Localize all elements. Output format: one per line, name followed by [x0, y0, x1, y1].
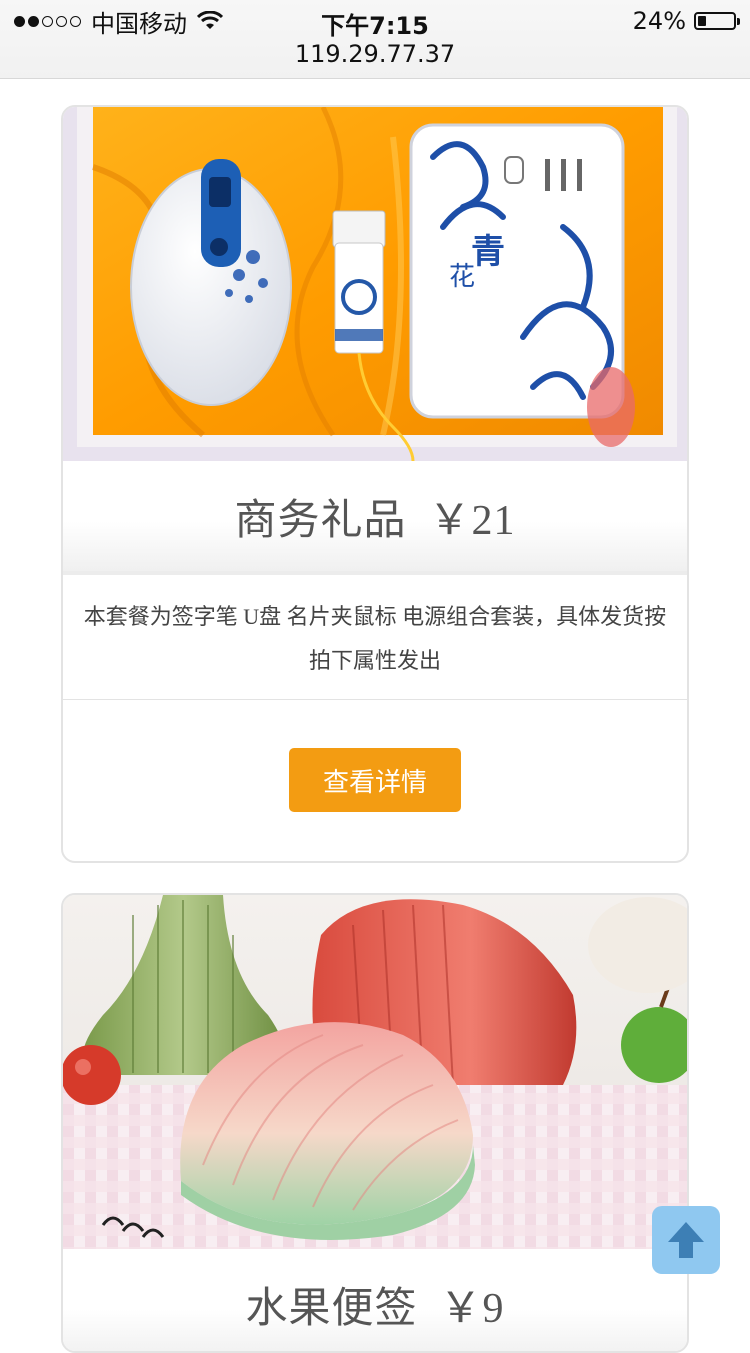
view-details-button[interactable]: 查看详情 [289, 748, 461, 812]
status-right: 24% [632, 6, 740, 36]
product-name: 水果便签 [245, 1285, 418, 1332]
product-price: ￥21 [428, 497, 516, 544]
back-to-top-button[interactable] [652, 1206, 720, 1274]
product-image[interactable]: 青 花 [63, 107, 687, 461]
product-name: 商务礼品 [234, 497, 407, 544]
fruit-notes-photo [63, 895, 687, 1249]
svg-text:青: 青 [471, 232, 505, 272]
arrow-up-icon [668, 1222, 704, 1258]
battery-percentage: 24% [632, 7, 686, 35]
product-card: 水果便签 ￥9 [61, 893, 689, 1353]
button-row: 查看详情 [63, 700, 687, 860]
status-bar: 中国移动 下午7:15 24% 119.29.77.37 [0, 0, 750, 79]
product-title: 水果便签 ￥9 [63, 1249, 687, 1351]
svg-text:花: 花 [449, 262, 475, 292]
product-price: ￥9 [439, 1285, 505, 1332]
address-bar[interactable]: 119.29.77.37 [0, 40, 750, 68]
battery-level [698, 16, 707, 26]
product-title: 商务礼品 ￥21 [63, 461, 687, 575]
product-card: 青 花 商务礼品 ￥21 本套餐为签字笔 U盘 名片夹鼠标 电源组合套装，具体发… [61, 105, 689, 863]
product-image[interactable] [63, 895, 687, 1249]
battery-icon [694, 12, 740, 30]
gift-set-photo: 青 花 [63, 107, 687, 461]
product-description: 本套餐为签字笔 U盘 名片夹鼠标 电源组合套装，具体发货按拍下属性发出 [63, 575, 687, 700]
